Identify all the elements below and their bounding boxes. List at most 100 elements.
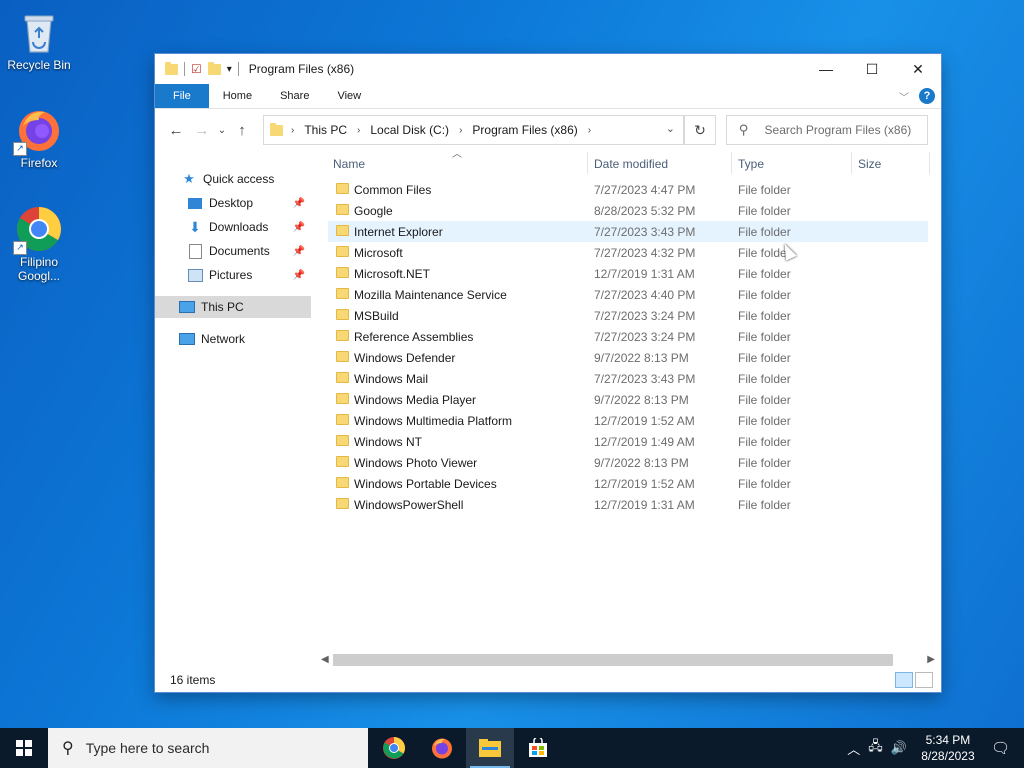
folder-icon — [336, 330, 349, 341]
table-row[interactable]: MSBuild 7/27/2023 3:24 PM File folder — [328, 305, 928, 326]
breadcrumb-program-files[interactable]: Program Files (x86) — [472, 123, 577, 137]
horizontal-scrollbar[interactable]: ◀ ▶ — [317, 652, 939, 668]
table-row[interactable]: Windows NT 12/7/2019 1:49 AM File folder — [328, 431, 928, 452]
file-date-modified: 12/7/2019 1:52 AM — [594, 476, 695, 491]
chevron-down-icon[interactable]: ⌄ — [666, 122, 675, 135]
table-row[interactable]: Windows Multimedia Platform 12/7/2019 1:5… — [328, 410, 928, 431]
table-row[interactable]: Windows Defender 9/7/2022 8:13 PM File fol… — [328, 347, 928, 368]
recycle-bin-icon — [15, 8, 63, 56]
table-row[interactable]: Windows Mail 7/27/2023 3:43 PM File folder — [328, 368, 928, 389]
breadcrumb-this-pc[interactable]: This PC — [304, 123, 347, 137]
folder-icon — [336, 498, 349, 509]
search-box[interactable]: ⚲ — [726, 115, 928, 145]
sort-ascending-icon: ︿ — [452, 149, 462, 160]
folder-icon — [336, 267, 349, 278]
tab-home[interactable]: Home — [209, 84, 266, 108]
minimize-button[interactable]: — — [803, 54, 849, 84]
column-header-type[interactable]: Type — [738, 150, 764, 178]
file-date-modified: 12/7/2019 1:31 AM — [594, 266, 695, 281]
close-button[interactable]: ✕ — [895, 54, 941, 84]
properties-icon[interactable]: ☑ — [191, 62, 202, 76]
chevron-up-icon[interactable]: ︿ — [847, 739, 860, 758]
pin-icon: 📌 — [292, 221, 305, 233]
file-name: Windows Portable Devices — [354, 476, 497, 491]
table-row[interactable]: Windows Portable Devices 12/7/2019 1:52 A… — [328, 473, 928, 494]
taskbar-store[interactable] — [514, 728, 562, 768]
table-row[interactable]: Microsoft.NET 12/7/2019 1:31 AM File folde… — [328, 263, 928, 284]
table-row[interactable]: Common Files 7/27/2023 4:47 PM File folder — [328, 179, 928, 200]
taskbar-firefox[interactable] — [418, 728, 466, 768]
breadcrumb-local-disk[interactable]: Local Disk (C:) — [370, 123, 449, 137]
chevron-right-icon[interactable]: › — [357, 125, 360, 136]
desktop-icon-firefox[interactable]: ↗ Firefox — [1, 106, 77, 170]
nav-item-quick-access[interactable]: ★ Quick access — [155, 168, 311, 190]
folder-icon — [336, 225, 349, 236]
search-input[interactable] — [762, 122, 917, 138]
column-divider[interactable] — [731, 152, 732, 174]
nav-item-label: Downloads — [209, 220, 269, 234]
file-name: Windows Multimedia Platform — [354, 413, 513, 428]
taskbar-search-box[interactable]: ⚲ Type here to search — [48, 728, 368, 768]
back-button[interactable]: ← — [163, 122, 189, 139]
scrollbar-thumb[interactable] — [333, 654, 893, 666]
details-view-button[interactable] — [895, 672, 913, 688]
table-row[interactable]: Mozilla Maintenance Service 7/27/2023 4:4… — [328, 284, 928, 305]
refresh-button[interactable]: ↻ — [684, 115, 716, 145]
chevron-right-icon[interactable]: › — [291, 125, 294, 136]
help-icon[interactable]: ? — [919, 88, 935, 104]
nav-item-downloads[interactable]: ⬇ Downloads 📌 — [155, 216, 311, 238]
breadcrumb: › This PC › Local Disk (C:) › Program Fi… — [291, 123, 591, 137]
large-icons-view-button[interactable] — [915, 672, 933, 688]
nav-item-network[interactable]: Network — [155, 328, 311, 350]
taskbar-chrome[interactable] — [370, 728, 418, 768]
table-row[interactable]: Microsoft 7/27/2023 4:32 PM File folder — [328, 242, 928, 263]
maximize-button[interactable]: ☐ — [849, 54, 895, 84]
table-row[interactable]: Google 8/28/2023 5:32 PM File folder — [328, 200, 928, 221]
column-divider[interactable] — [587, 152, 588, 174]
customize-toolbar-icon[interactable]: ▾ — [227, 64, 232, 75]
column-header-name[interactable]: Name — [333, 150, 365, 178]
column-divider[interactable] — [929, 152, 930, 174]
title-bar[interactable]: ☑ ▾ Program Files (x86) — ☐ ✕ — [155, 54, 941, 84]
column-divider[interactable] — [851, 152, 852, 174]
taskbar-file-explorer[interactable] — [466, 728, 514, 768]
notifications-icon[interactable]: 🗨 — [991, 739, 1010, 757]
file-date-modified: 12/7/2019 1:49 AM — [594, 434, 695, 449]
nav-item-documents[interactable]: Documents 📌 — [155, 240, 311, 262]
documents-icon — [187, 243, 203, 259]
item-count: 16 items — [170, 673, 216, 687]
table-row[interactable]: WindowsPowerShell 12/7/2019 1:31 AM File f… — [328, 494, 928, 515]
recent-locations-button[interactable]: ⌄ — [215, 125, 229, 136]
ribbon-controls: ﹀ ? — [899, 88, 935, 104]
clock[interactable]: 5:34 PM 8/28/2023 — [913, 732, 983, 764]
windows-logo-icon — [16, 740, 32, 756]
table-row[interactable]: Internet Explorer 7/27/2023 3:43 PM File f… — [328, 221, 928, 242]
tab-share[interactable]: Share — [266, 84, 323, 108]
column-header-date[interactable]: Date modified — [594, 150, 668, 178]
status-bar: 16 items — [155, 668, 941, 692]
file-date-modified: 7/27/2023 3:24 PM — [594, 308, 696, 323]
expand-ribbon-icon[interactable]: ﹀ — [899, 89, 909, 104]
desktop-icon-chrome[interactable]: ↗ Filipino Googl... — [1, 205, 77, 283]
nav-item-desktop[interactable]: Desktop 📌 — [155, 192, 311, 214]
desktop-icon-recycle-bin[interactable]: Recycle Bin — [1, 8, 77, 72]
tab-view[interactable]: View — [323, 84, 375, 108]
volume-icon[interactable]: 🔊 — [891, 740, 907, 756]
column-header-size[interactable]: Size — [858, 150, 881, 178]
tab-file[interactable]: File — [155, 84, 209, 108]
table-row[interactable]: Windows Media Player 9/7/2022 8:13 PM File… — [328, 389, 928, 410]
network-status-icon[interactable]: 🖧 — [868, 737, 883, 759]
nav-item-pictures[interactable]: Pictures 📌 — [155, 264, 311, 286]
chevron-right-icon[interactable]: › — [588, 125, 591, 136]
nav-item-this-pc[interactable]: This PC — [155, 296, 311, 318]
table-row[interactable]: Reference Assemblies 7/27/2023 3:24 PM Fil… — [328, 326, 928, 347]
chevron-right-icon[interactable]: › — [459, 125, 462, 136]
forward-button[interactable]: → — [189, 122, 215, 139]
table-row[interactable]: Windows Photo Viewer 9/7/2022 8:13 PM File… — [328, 452, 928, 473]
new-folder-icon[interactable] — [207, 61, 221, 75]
scroll-left-arrow-icon[interactable]: ◀ — [321, 652, 329, 668]
address-bar[interactable]: › This PC › Local Disk (C:) › Program Fi… — [263, 115, 684, 145]
up-button[interactable]: ↑ — [229, 122, 255, 139]
start-button[interactable] — [0, 728, 48, 768]
scroll-right-arrow-icon[interactable]: ▶ — [927, 652, 935, 668]
